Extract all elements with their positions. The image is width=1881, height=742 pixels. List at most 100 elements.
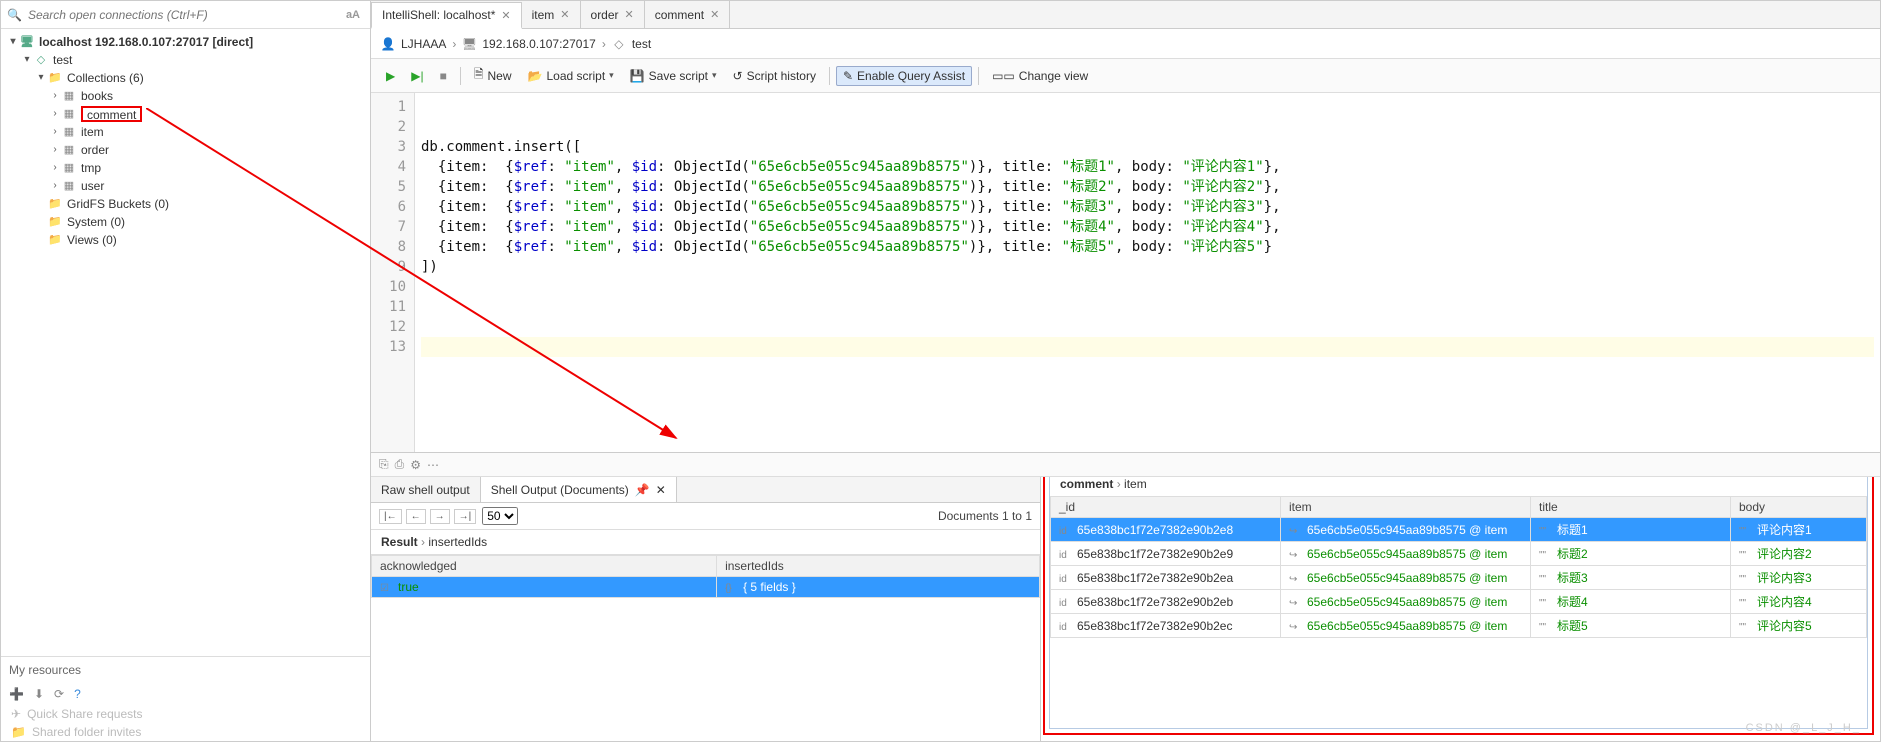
load-script-button[interactable]: 📂Load script▾ [521, 65, 621, 87]
tree-views[interactable]: 📁Views (0) [1, 231, 370, 249]
tree-gridfs[interactable]: 📁GridFS Buckets (0) [1, 195, 370, 213]
editor-tabs: IntelliShell: localhost*✕item✕order✕comm… [371, 1, 1880, 29]
table-row[interactable]: id65e838bc1f72e7382e90b2e9↪65e6cb5e055c9… [1051, 542, 1867, 566]
tree-collection-user[interactable]: ›▦user [1, 177, 370, 195]
run-selection-button[interactable]: ▶| [404, 65, 430, 87]
collection-icon: ▦ [61, 141, 77, 159]
tree-collection-item[interactable]: ›▦item [1, 123, 370, 141]
col-header[interactable]: title [1531, 497, 1731, 518]
tree-collection-comment[interactable]: ›▦comment [1, 105, 370, 123]
chevron-down-icon: ▾ [609, 70, 614, 81]
new-icon: 🗎 [474, 65, 484, 86]
tree-collection-books[interactable]: ›▦books [1, 87, 370, 105]
status-icon[interactable]: ⎘ [379, 457, 389, 472]
tab-shell-output-docs[interactable]: Shell Output (Documents)📌✕ [481, 477, 677, 502]
next-page-button[interactable]: → [430, 509, 450, 524]
help-icon[interactable]: ? [74, 687, 81, 701]
search-input[interactable] [28, 8, 342, 22]
table-row[interactable]: id65e838bc1f72e7382e90b2eb↪65e6cb5e055c9… [1051, 590, 1867, 614]
tab[interactable]: comment✕ [645, 1, 731, 28]
script-history-button[interactable]: ↺Script history [726, 65, 823, 87]
database-icon: ◇ [33, 51, 49, 69]
editor-status-bar: ⎘ ⎙ ⚙ ⋯ [371, 453, 1880, 477]
prev-page-button[interactable]: ← [406, 509, 426, 524]
tree-collection-tmp[interactable]: ›▦tmp [1, 159, 370, 177]
folder-icon: 📁 [47, 195, 63, 213]
col-header[interactable]: item [1281, 497, 1531, 518]
code-editor[interactable]: 12345678910111213 db.comment.insert([ {i… [371, 93, 1880, 453]
string-icon: "" [1539, 622, 1553, 633]
database-icon: ◇ [612, 37, 626, 51]
code-area[interactable]: db.comment.insert([ {item: {$ref: "item"… [415, 93, 1880, 452]
close-icon[interactable]: ✕ [560, 8, 569, 21]
tab[interactable]: IntelliShell: localhost*✕ [371, 2, 522, 29]
status-icon[interactable]: ⋯ [427, 458, 439, 472]
run-button[interactable]: ▶ [379, 65, 402, 87]
folder-icon: 📁 [47, 231, 63, 249]
breadcrumb-db: test [632, 37, 651, 51]
col-header: insertedIds [717, 556, 1040, 577]
close-icon[interactable]: ✕ [625, 8, 634, 21]
tab-label: order [591, 8, 619, 22]
documents-table[interactable]: _id item title body id65e838bc1f72e7382e… [1050, 496, 1867, 638]
connection-tree[interactable]: ▾🖥localhost 192.168.0.107:27017 [direct]… [1, 29, 370, 656]
id-icon: id [1059, 526, 1073, 537]
chevron-down-icon: ▾ [712, 70, 717, 81]
pin-icon[interactable]: 📌 [635, 483, 650, 497]
tree-collection-order[interactable]: ›▦order [1, 141, 370, 159]
tree-connection[interactable]: ▾🖥localhost 192.168.0.107:27017 [direct] [1, 33, 370, 51]
table-row[interactable]: id65e838bc1f72e7382e90b2ea↪65e6cb5e055c9… [1051, 566, 1867, 590]
string-icon: "" [1739, 598, 1753, 609]
case-toggle[interactable]: aA [342, 9, 364, 21]
server-icon: 🖥 [462, 37, 476, 51]
tab-label: item [532, 8, 555, 22]
string-icon: "" [1539, 574, 1553, 585]
page-size-select[interactable]: 50 [482, 507, 518, 525]
col-header[interactable]: body [1731, 497, 1867, 518]
close-icon[interactable]: ✕ [501, 9, 510, 22]
documents-view: Documents 1 to 5 ▭ ▤ ≡ ✎ ▌ ▌ comment › i… [1049, 477, 1868, 729]
close-icon[interactable]: ✕ [710, 8, 719, 21]
status-icon[interactable]: ⚙ [410, 458, 421, 472]
folder-icon: 📁 [47, 69, 63, 87]
tree-label: books [81, 87, 113, 105]
output-tabs: Raw shell output Shell Output (Documents… [371, 477, 1040, 503]
tab[interactable]: order ✕ [581, 1, 645, 28]
tab[interactable]: item ✕ [522, 1, 581, 28]
tree-collections[interactable]: ▾📁Collections (6) [1, 69, 370, 87]
table-header-row: _id item title body [1051, 497, 1867, 518]
main-panel: IntelliShell: localhost*✕item✕order✕comm… [371, 1, 1880, 741]
wand-icon: ✎ [843, 69, 853, 83]
tree-database[interactable]: ▾◇test [1, 51, 370, 69]
app-root: 🔍 aA ▾🖥localhost 192.168.0.107:27017 [di… [0, 0, 1881, 742]
change-view-button[interactable]: ▭▭Change view [985, 65, 1095, 87]
save-icon: 💾 [630, 69, 645, 83]
first-page-button[interactable]: |← [379, 509, 402, 524]
close-icon[interactable]: ✕ [656, 483, 666, 497]
breadcrumb: 👤LJHAAA › 🖥192.168.0.107:27017 › ◇test [371, 29, 1880, 59]
tree-system[interactable]: 📁System (0) [1, 213, 370, 231]
string-icon: "" [1539, 598, 1553, 609]
new-button[interactable]: 🗎New [467, 61, 519, 90]
string-icon: "" [1739, 622, 1753, 633]
status-icon[interactable]: ⎙ [395, 457, 405, 472]
enable-query-assist-button[interactable]: ✎Enable Query Assist [836, 66, 972, 86]
stop-button[interactable]: ■ [433, 65, 454, 87]
tab-raw-output[interactable]: Raw shell output [371, 477, 481, 502]
tree-label: order [81, 141, 109, 159]
string-icon: "" [1539, 526, 1553, 537]
table-row[interactable]: id65e838bc1f72e7382e90b2ec↪65e6cb5e055c9… [1051, 614, 1867, 638]
refresh-icon[interactable]: ⟳ [54, 687, 64, 701]
col-header[interactable]: _id [1051, 497, 1281, 518]
add-resource-icon[interactable]: ➕ [9, 687, 24, 701]
table-row[interactable]: id65e838bc1f72e7382e90b2e8↪65e6cb5e055c9… [1051, 518, 1867, 542]
line-gutter: 12345678910111213 [371, 93, 415, 452]
table-row[interactable]: ☑true{}{ 5 fields } [372, 577, 1040, 598]
pager: |← ← → →| 50 Documents 1 to 1 [371, 503, 1040, 530]
save-script-button[interactable]: 💾Save script▾ [623, 65, 724, 87]
last-page-button[interactable]: →| [454, 509, 477, 524]
tree-label: Collections (6) [67, 69, 144, 87]
import-resource-icon[interactable]: ⬇ [34, 687, 44, 701]
folder-open-icon: 📂 [528, 69, 543, 83]
collection-icon: ▦ [61, 87, 77, 105]
